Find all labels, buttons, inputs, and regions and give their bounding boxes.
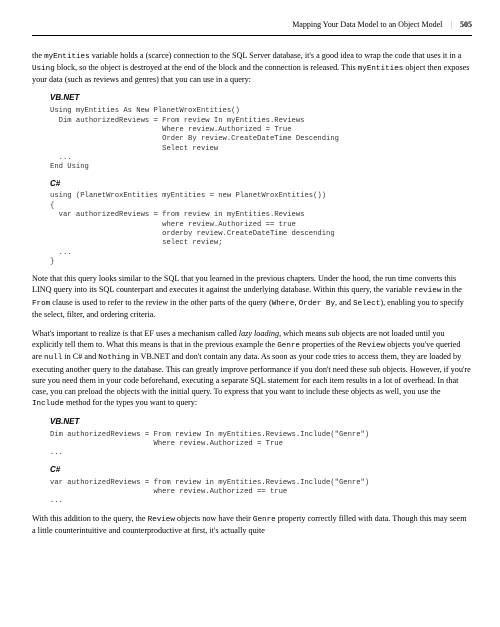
page-number: 505: [460, 20, 472, 29]
lang-label-vbnet-2: VB.NET: [50, 417, 472, 428]
code-review-3: Review: [148, 516, 175, 524]
paragraph-closing: With this addition to the query, the Rev…: [32, 513, 472, 536]
code-block-cs-1: using (PlanetWroxEntities myEntities = n…: [50, 192, 472, 267]
code-review: review: [414, 287, 441, 295]
paragraph-note: Note that this query looks similar to th…: [32, 273, 472, 320]
code-include: Include: [32, 400, 64, 408]
text: , and: [335, 298, 353, 307]
code-genre: Genre: [277, 342, 300, 350]
code-block-cs-2: var authorizedReviews = from review in m…: [50, 479, 472, 507]
code-from: From: [32, 300, 50, 308]
code-block-vb-1: Using myEntities As New PlanetWroxEntiti…: [50, 107, 472, 173]
lang-label-vbnet-1: VB.NET: [50, 93, 472, 104]
text: variable holds a (scarce) connection to …: [90, 51, 462, 60]
header-separator: |: [450, 20, 452, 29]
lang-label-cs-1: C#: [50, 179, 472, 190]
code-using: Using: [32, 65, 55, 73]
text: the: [32, 51, 44, 60]
text: in the: [441, 285, 461, 294]
code-myentities: myEntities: [44, 53, 90, 61]
code-block-vb-2: Dim authorizedReviews = From review In m…: [50, 431, 472, 459]
text: objects now have their: [175, 514, 253, 523]
paragraph-intro: the myEntities variable holds a (scarce)…: [32, 50, 472, 86]
text: block, so the object is destroyed at the…: [55, 63, 358, 72]
paragraph-lazyloading: What's important to realize is that EF u…: [32, 328, 472, 409]
text: properties of the: [300, 340, 358, 349]
code-genre-2: Genre: [253, 516, 276, 524]
text: What's important to realize is that EF u…: [32, 329, 239, 338]
code-orderby: Order By: [299, 300, 335, 308]
code-select: Select: [353, 300, 380, 308]
text: clause is used to refer to the review in…: [50, 298, 271, 307]
code-myentities-2: myEntities: [358, 65, 404, 73]
text: method for the types you want to query:: [64, 398, 197, 407]
text: Note that this query looks similar to th…: [32, 274, 456, 294]
page-container: Mapping Your Data Model to an Object Mod…: [0, 0, 500, 564]
header-title: Mapping Your Data Model to an Object Mod…: [292, 20, 442, 29]
page-header: Mapping Your Data Model to an Object Mod…: [32, 20, 472, 36]
code-where: Where: [272, 300, 295, 308]
code-review-2: Review: [358, 342, 385, 350]
text: With this addition to the query, the: [32, 514, 148, 523]
text: in C# and: [62, 352, 98, 361]
code-null: null: [44, 354, 62, 362]
term-lazy-loading: lazy loading: [239, 329, 279, 338]
lang-label-cs-2: C#: [50, 465, 472, 476]
code-nothing: Nothing: [98, 354, 130, 362]
